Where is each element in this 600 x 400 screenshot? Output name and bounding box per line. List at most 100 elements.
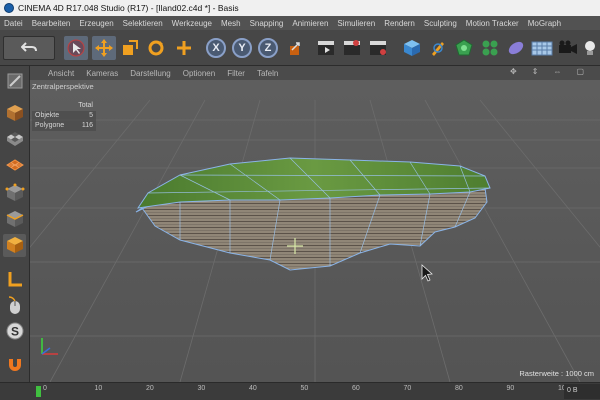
tweak-mode-button[interactable] [3,294,26,317]
workplane-icon [5,155,25,177]
undo-icon [21,41,37,55]
hud-label: Objekte [35,112,60,119]
svg-text:S: S [10,324,18,338]
subdivision-icon [454,38,474,58]
axis-l-icon [5,269,25,291]
menu-item-rendern[interactable]: Rendern [384,19,415,28]
viewport-menu-darstellung[interactable]: Darstellung [130,69,170,78]
timeline-tick-label: 0 [43,385,47,392]
viewport-menu-kameras[interactable]: Kameras [86,69,118,78]
timeline-tick-label: 80 [455,385,463,392]
timeline-tick-label: 90 [506,385,515,392]
cloner-icon [480,38,500,58]
timeline-tick-label: 60 [352,385,360,392]
coordinate-system-button[interactable] [284,36,308,60]
hud-header: Total [78,102,93,109]
quantizing-button[interactable] [3,352,26,375]
deformer-button[interactable] [504,36,528,60]
edges-cube-icon [5,209,25,231]
title-bar: CINEMA 4D R17.048 Studio (R17) - [Iland0… [0,0,600,16]
timeline-tick-label: 10 [94,385,103,392]
menu-item-sculpting[interactable]: Sculpting [424,19,457,28]
pen-spline-button[interactable] [426,36,450,60]
clapper-settings-icon [368,39,388,57]
model-mode-button[interactable] [3,102,26,125]
statistics-hud: Total Objekte 5 Polygone 116 [32,101,96,131]
make-editable-button[interactable] [3,70,26,93]
light-button[interactable] [582,36,598,60]
make-editable-icon [5,71,25,93]
texture-mode-button[interactable] [3,128,26,151]
snapping-button[interactable]: S [3,320,26,343]
viewport-menu-filter[interactable]: Filter [227,69,245,78]
undo-button[interactable] [3,36,55,60]
subdivision-surface-button[interactable] [452,36,476,60]
points-mode-button[interactable] [3,182,26,205]
menu-item-mesh[interactable]: Mesh [221,19,241,28]
pen-icon [428,38,448,58]
plus-icon [175,39,193,57]
timeline-tick-label: 40 [249,385,257,392]
y-axis-lock-button[interactable]: Y [232,38,252,58]
x-axis-lock-button[interactable]: X [206,38,226,58]
hud-row: Polygone 116 [32,121,96,131]
render-region-button[interactable] [340,36,364,60]
menu-item-selektieren[interactable]: Selektieren [123,19,163,28]
timeline-tick-label: 30 [197,385,206,392]
viewport-menu-tafeln[interactable]: Tafeln [257,69,278,78]
polygons-cube-icon [5,235,25,257]
menu-item-simulieren[interactable]: Simulieren [337,19,375,28]
axis-mode-button[interactable] [3,268,26,291]
viewport-navigation-icons: ✥ ⇕ ⇔ ▢ [510,67,596,76]
hud-value: 5 [89,112,93,119]
rotate-tool-button[interactable] [144,36,168,60]
menu-item-bearbeiten[interactable]: Bearbeiten [32,19,71,28]
polygons-mode-button[interactable] [3,234,26,257]
playhead-marker[interactable] [36,386,41,397]
3d-viewport[interactable]: Zentralperspektive Total Objekte 5 Polygo… [30,80,600,382]
menu-item-datei[interactable]: Datei [4,19,23,28]
window-title: CINEMA 4D R17.048 Studio (R17) - [Iland0… [18,3,239,13]
menu-item-animieren[interactable]: Animieren [292,19,328,28]
zoom-view-icon[interactable]: ⇕ [532,67,539,76]
model-cube-icon [5,103,25,125]
live-selection-button[interactable] [64,36,88,60]
menu-item-werkzeuge[interactable]: Werkzeuge [172,19,212,28]
cloner-button[interactable] [478,36,502,60]
grid-spacing-label: Rasterweite : 1000 cm [519,369,594,378]
menu-bar: Datei Bearbeiten Erzeugen Selektieren Werkze… [0,16,600,30]
camera-label: Zentralperspektive [32,82,94,91]
timeline-tick-label: 70 [403,385,412,392]
menu-item-motion-tracker[interactable]: Motion Tracker [466,19,519,28]
floor-button[interactable] [530,36,554,60]
world-coordinate-icon [287,39,305,57]
render-settings-button[interactable] [366,36,390,60]
viewport-menu-optionen[interactable]: Optionen [183,69,215,78]
camera-icon [557,39,579,57]
cube-icon [402,38,422,58]
rotate-view-icon[interactable]: ⇔ [553,67,561,76]
camera-button[interactable] [556,36,580,60]
z-axis-lock-button[interactable]: Z [258,38,278,58]
mouse-icon [5,295,25,317]
toggle-view-icon[interactable]: ▢ [576,67,584,76]
menu-item-mograph[interactable]: MoGraph [528,19,561,28]
workplane-mode-button[interactable] [3,154,26,177]
menu-item-snapping[interactable]: Snapping [250,19,284,28]
deformer-icon [506,38,526,58]
viewport-menu-ansicht[interactable]: Ansicht [48,69,74,78]
move-view-icon[interactable]: ✥ [510,67,517,76]
cinema4d-logo-icon [4,3,14,13]
cube-primitive-button[interactable] [400,36,424,60]
edges-mode-button[interactable] [3,208,26,231]
current-frame-field[interactable]: 0 B [564,384,600,399]
timeline-ruler[interactable]: 0102030405060708090100 0 B [0,382,600,400]
scale-tool-button[interactable] [118,36,142,60]
move-tool-button[interactable] [92,36,116,60]
render-view-button[interactable] [314,36,338,60]
create-tool-button[interactable] [172,36,196,60]
hud-label: Polygone [35,122,65,129]
menu-item-erzeugen[interactable]: Erzeugen [79,19,113,28]
hud-row: Objekte 5 [32,111,96,121]
hud-header-row: Total [32,101,96,111]
